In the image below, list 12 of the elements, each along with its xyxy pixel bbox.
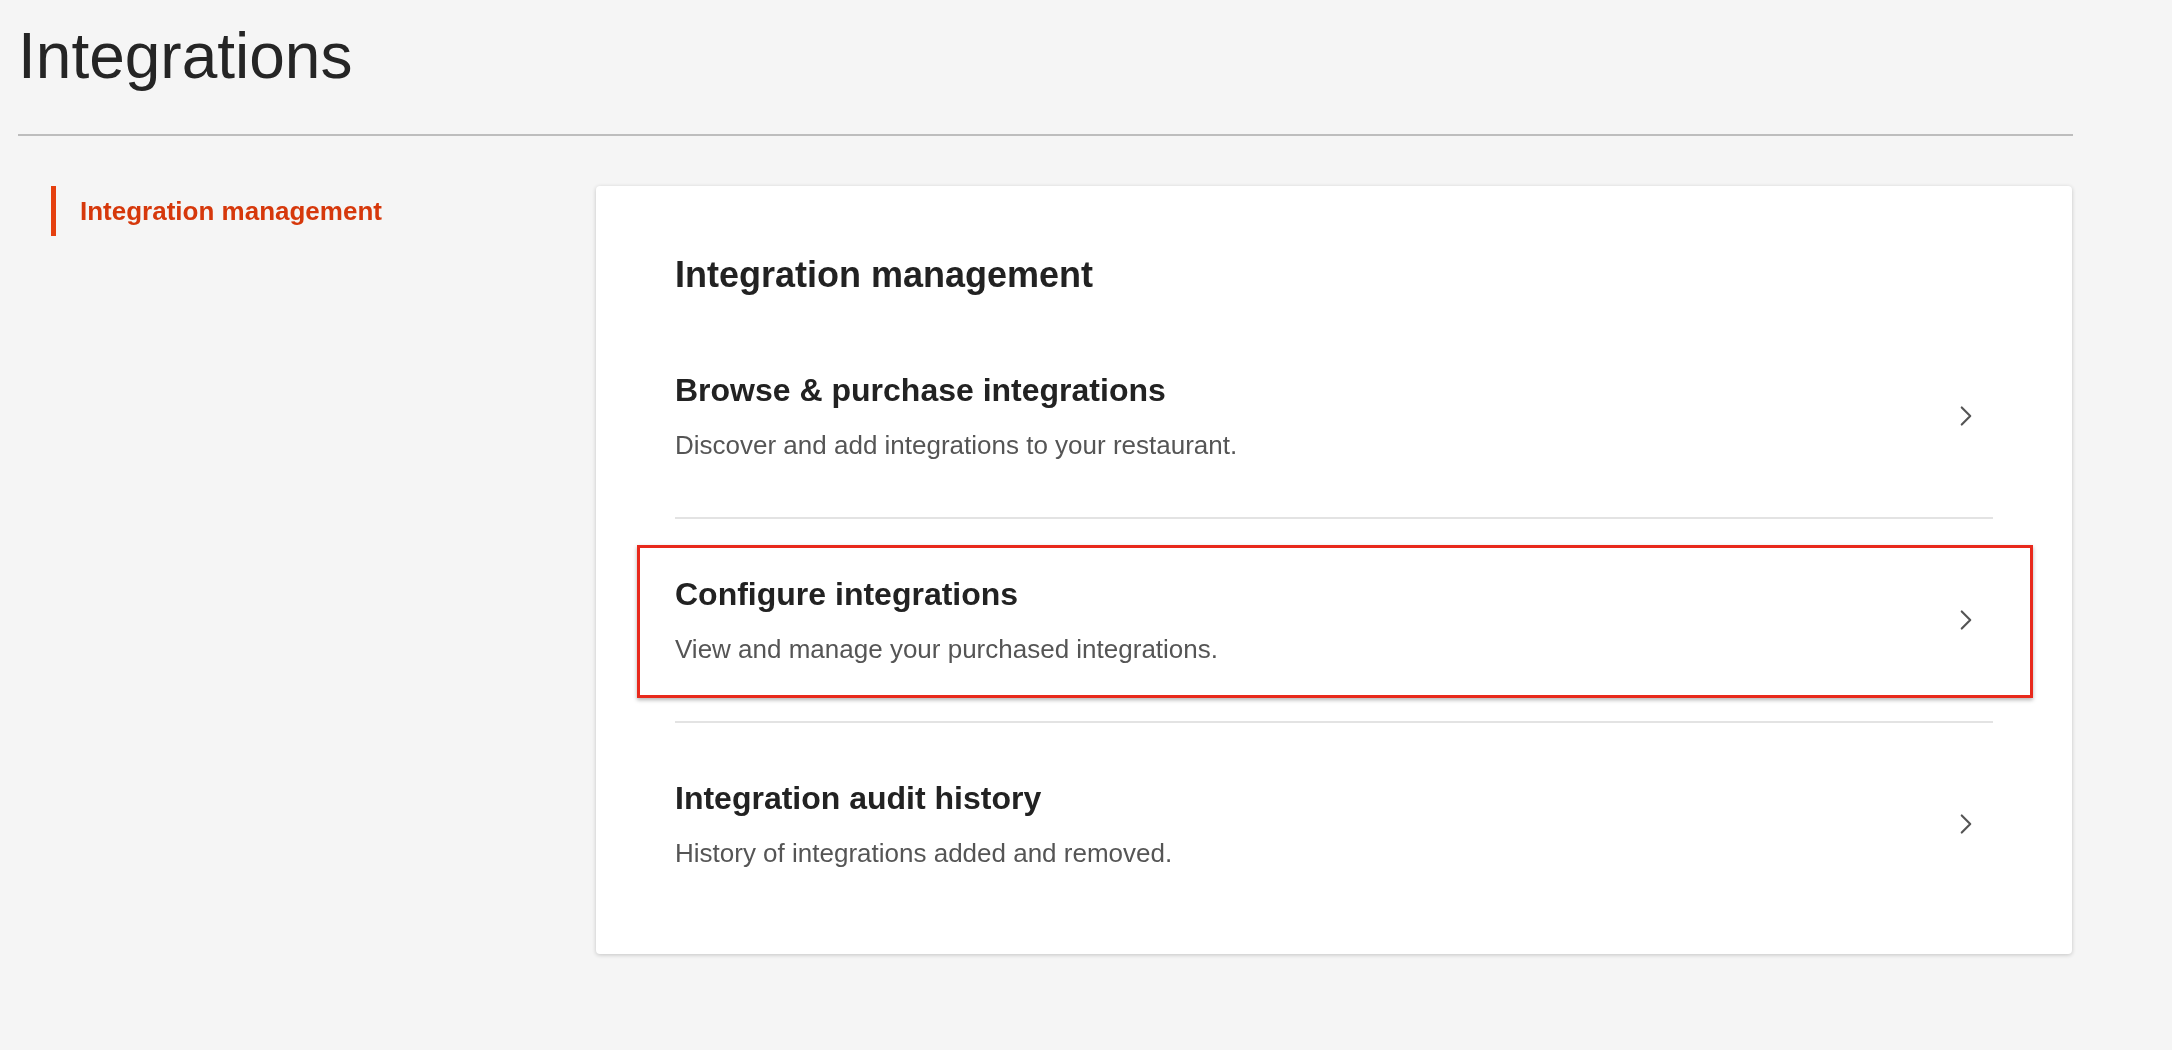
row-description: History of integrations added and removed. — [675, 837, 1174, 870]
card-title: Integration management — [675, 253, 1095, 297]
sidebar-item[interactable]: Integration management — [51, 186, 382, 236]
row-title: Configure integrations — [675, 575, 1020, 614]
row-title: Integration audit history — [675, 779, 1043, 818]
row-description: Discover and add integrations to your restaurant. — [675, 429, 1239, 462]
integration-link-row[interactable]: Integration audit history History of integrations added and removed. — [675, 723, 1993, 925]
row-description: View and manage your purchased integrations. — [675, 633, 1219, 666]
row-title: Browse & purchase integrations — [675, 371, 1167, 410]
page-title: Integrations — [18, 19, 354, 94]
integration-link-row[interactable]: Configure integrations View and manage your purchased integrations. — [675, 519, 1993, 721]
integration-link-row[interactable]: Browse & purchase integrations Discover and add integrations to your restaurant. — [675, 315, 1993, 517]
